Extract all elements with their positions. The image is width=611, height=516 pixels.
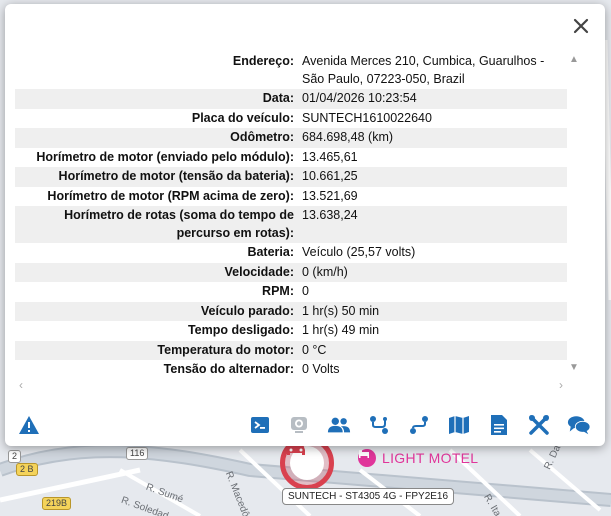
vehicle-info-table: Endereço: Avenida Merces 210, Cumbica, Gu… [15, 52, 567, 378]
info-row: Horímetro de rotas (soma do tempo de per… [15, 206, 567, 243]
info-value: SUNTECH1610022640 [302, 110, 432, 125]
users-icon[interactable] [327, 413, 351, 437]
info-row: Tensão do alternador: 0 Volts [15, 360, 567, 378]
info-label: Horímetro de motor (RPM acima de zero): [47, 188, 294, 203]
horizontal-scrollbar[interactable]: ‹ › [19, 378, 569, 392]
info-label: Horímetro de motor (enviado pelo módulo)… [36, 149, 294, 164]
info-row: Horímetro de motor (enviado pelo módulo)… [15, 148, 567, 168]
info-value: 684.698,48 (km) [302, 130, 394, 144]
info-label: Veículo parado: [200, 303, 294, 318]
vertical-scrollbar[interactable]: ▲ ▼ [569, 54, 579, 374]
info-row: Endereço: Avenida Merces 210, Cumbica, Gu… [15, 52, 567, 89]
info-row: Horímetro de motor (tensão da bateria): 1… [15, 167, 567, 187]
info-row: RPM: 0 [15, 282, 567, 302]
info-value: 0 Volts [302, 362, 340, 376]
info-value: 0 [302, 284, 309, 298]
route-shield: 2 B [16, 463, 38, 476]
scroll-left-icon[interactable]: ‹ [19, 378, 23, 392]
info-label: Tensão do alternador: [163, 362, 294, 376]
camera-icon[interactable] [287, 413, 311, 437]
info-scroll-area[interactable]: Endereço: Avenida Merces 210, Cumbica, Gu… [15, 52, 567, 378]
info-value: Avenida Merces 210, Cumbica, Guarulhos -… [302, 54, 545, 86]
chat-icon[interactable] [567, 413, 591, 437]
poi-marker[interactable]: LIGHT MOTEL [358, 449, 478, 467]
info-row: Veículo parado: 1 hr(s) 50 min [15, 301, 567, 321]
info-row: Tempo desligado: 1 hr(s) 49 min [15, 321, 567, 341]
document-icon[interactable] [487, 413, 511, 437]
poi-label: LIGHT MOTEL [382, 450, 479, 466]
scroll-down-icon[interactable]: ▼ [569, 362, 579, 373]
info-label: Horímetro de rotas (soma do tempo de per… [64, 208, 294, 240]
close-icon[interactable] [571, 16, 591, 36]
info-label: Endereço: [232, 54, 294, 68]
info-value: 10.661,25 [302, 169, 358, 183]
info-label: Temperatura do motor: [157, 342, 294, 357]
info-value: 1 hr(s) 50 min [302, 303, 380, 318]
info-value: Veículo (25,57 volts) [302, 245, 416, 259]
info-row: Horímetro de motor (RPM acima de zero): 1… [15, 187, 567, 207]
info-label: Horímetro de motor (tensão da bateria): [58, 169, 294, 183]
scroll-right-icon[interactable]: › [559, 378, 563, 392]
action-toolbar [5, 410, 605, 440]
info-label: Velocidade: [224, 264, 294, 279]
info-value: 13.521,69 [302, 188, 358, 203]
info-row: Data: 01/04/2026 10:23:54 [15, 89, 567, 109]
info-label: Odômetro: [230, 130, 294, 144]
info-label: Placa do veículo: [191, 110, 294, 125]
info-value: 13.638,24 [302, 208, 358, 222]
tools-icon[interactable] [527, 413, 551, 437]
info-label: RPM: [262, 284, 294, 298]
info-value: 1 hr(s) 49 min [302, 323, 380, 337]
info-row: Velocidade: 0 (km/h) [15, 262, 567, 282]
warning-icon[interactable] [17, 413, 41, 437]
map-icon[interactable] [447, 413, 471, 437]
info-row: Odômetro: 684.698,48 (km) [15, 128, 567, 148]
route-icon[interactable] [367, 413, 391, 437]
route-shield: 219B [42, 497, 72, 510]
route-shield: 116 [126, 447, 149, 460]
info-row: Temperatura do motor: 0 °C [15, 340, 567, 360]
route-shield: 2 [8, 450, 22, 463]
info-popup: Endereço: Avenida Merces 210, Cumbica, Gu… [5, 4, 605, 446]
info-value: 13.465,61 [302, 149, 358, 164]
vehicle-label[interactable]: SUNTECH - ST4305 4G - FPY2E16 [282, 488, 455, 505]
terminal-icon[interactable] [248, 413, 272, 437]
info-row: Bateria: Veículo (25,57 volts) [15, 243, 567, 263]
bed-icon [358, 449, 376, 467]
info-value: 0 °C [302, 342, 327, 357]
info-label: Data: [262, 91, 294, 105]
info-label: Tempo desligado: [187, 323, 294, 337]
info-value: 01/04/2026 10:23:54 [302, 91, 417, 105]
info-row: Placa do veículo: SUNTECH1610022640 [15, 109, 567, 129]
info-label: Bateria: [247, 245, 294, 259]
info-value: 0 (km/h) [302, 264, 348, 279]
path-icon[interactable] [407, 413, 431, 437]
scroll-up-icon[interactable]: ▲ [569, 54, 579, 65]
